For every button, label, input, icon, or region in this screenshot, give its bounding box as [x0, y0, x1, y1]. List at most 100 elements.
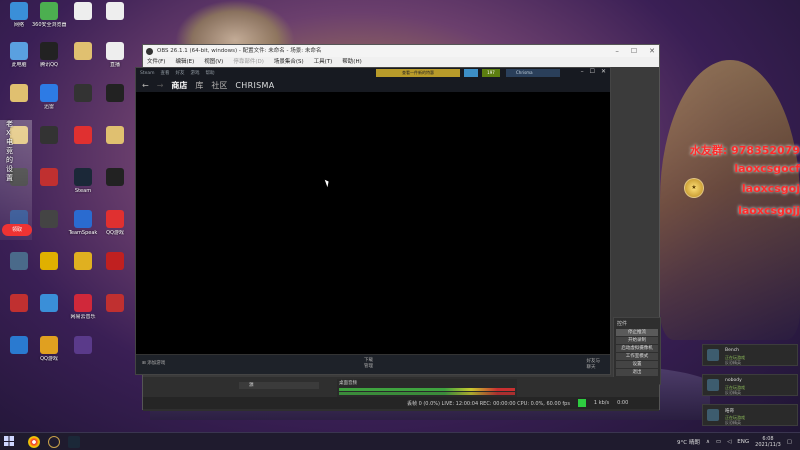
- status-time: 0:00: [617, 400, 629, 406]
- desktop-icon[interactable]: [32, 252, 66, 272]
- side-promo[interactable]: 老 X 电 竞 的 设 置: [0, 120, 32, 240]
- desktop-icon[interactable]: [66, 336, 100, 356]
- obs-titlebar[interactable]: OBS 26.1.1 (64-bit, windows) - 配置文件: 未命名…: [143, 45, 659, 57]
- settings-button[interactable]: 设置: [616, 361, 658, 368]
- desktop-icon[interactable]: [66, 42, 100, 62]
- desktop-icon[interactable]: 网易云音乐: [66, 294, 100, 320]
- notification-1[interactable]: Bench 正在玩游戏 反恐精英: [702, 344, 798, 366]
- desktop-icon[interactable]: QQ游戏: [32, 336, 66, 362]
- menu-scene-collection[interactable]: 场景集合(S): [274, 57, 304, 67]
- source-item[interactable]: 源: [239, 382, 319, 389]
- close-icon[interactable]: ✕: [649, 45, 655, 57]
- steam-maximize-icon[interactable]: ☐: [590, 68, 595, 75]
- tab-username[interactable]: CHRISMA: [235, 81, 274, 90]
- promo-button[interactable]: 领取: [2, 224, 32, 236]
- back-arrow-icon[interactable]: ←: [142, 81, 149, 90]
- steam-menu-friends[interactable]: 好友: [176, 70, 185, 76]
- menu-help[interactable]: 帮助(H): [342, 57, 361, 67]
- desktop-icon[interactable]: [2, 336, 36, 356]
- steam-user-menu[interactable]: Chrisma: [506, 69, 560, 77]
- maximize-icon[interactable]: ☐: [631, 45, 637, 57]
- downloads-button[interactable]: 下载 管理: [364, 358, 373, 370]
- add-game-button[interactable]: ⊞ 添加游戏: [142, 360, 165, 366]
- menu-edit[interactable]: 编辑(E): [175, 57, 194, 67]
- desktop-icon[interactable]: [98, 252, 132, 272]
- steam-menu-games[interactable]: 游戏: [191, 70, 200, 76]
- tray-chevron-icon[interactable]: ∧: [706, 439, 710, 445]
- desktop-icon[interactable]: [66, 84, 100, 104]
- desktop-icon[interactable]: [98, 2, 132, 22]
- desktop-icon[interactable]: 网络: [2, 2, 36, 28]
- steam-notification-badge[interactable]: 197: [482, 69, 500, 77]
- steam-close-icon[interactable]: ✕: [601, 68, 606, 75]
- weather[interactable]: 9°C 晴朗: [677, 438, 700, 446]
- chrome-icon[interactable]: [28, 436, 40, 448]
- network-icon[interactable]: ▭: [716, 439, 721, 445]
- desktop-icon[interactable]: [32, 294, 66, 314]
- start-virtual-camera-button[interactable]: 启动虚拟摄像机: [616, 345, 658, 352]
- obs-taskbar-icon[interactable]: [48, 436, 60, 448]
- minimize-icon[interactable]: –: [615, 45, 619, 57]
- preview-steam-window[interactable]: Steam 查看 好友 游戏 帮助 查看一件新的特惠 197 Chrisma –…: [135, 67, 611, 375]
- windows-start-icon[interactable]: [4, 436, 14, 446]
- steam-sale-button[interactable]: 查看一件新的特惠: [376, 69, 460, 77]
- desktop-icon[interactable]: 腾讯QQ: [32, 42, 66, 68]
- menu-file[interactable]: 文件(F): [147, 57, 165, 67]
- notifications-icon[interactable]: ▢: [787, 439, 792, 445]
- desktop-icon[interactable]: [98, 168, 132, 188]
- obs-title: OBS 26.1.1 (64-bit, windows) - 配置文件: 未命名…: [157, 48, 322, 54]
- desktop-icon[interactable]: [2, 294, 36, 314]
- desktop-icon[interactable]: QQ游戏: [98, 210, 132, 236]
- desktop-icon-label: 腾讯QQ: [40, 62, 58, 68]
- tab-community[interactable]: 社区: [211, 80, 227, 91]
- studio-mode-button[interactable]: 工作室模式: [616, 353, 658, 360]
- app-icon: [74, 126, 92, 144]
- desktop-icon[interactable]: 迅雷: [32, 84, 66, 110]
- menu-view[interactable]: 视图(V): [204, 57, 223, 67]
- desktop-icon[interactable]: Steam: [66, 168, 100, 194]
- app-icon: [106, 84, 124, 102]
- desktop-icon[interactable]: [66, 2, 100, 22]
- desktop-icon[interactable]: [32, 126, 66, 146]
- start-recording-button[interactable]: 开始录制: [616, 337, 658, 344]
- desktop-icon[interactable]: [66, 252, 100, 272]
- notif-name: 皓哥: [725, 409, 734, 414]
- desktop-icon[interactable]: [98, 84, 132, 104]
- desktop-icon[interactable]: [98, 126, 132, 146]
- volume-icon[interactable]: ◁: [727, 439, 731, 445]
- desktop-icon[interactable]: TeamSpeak: [66, 210, 100, 236]
- notification-2[interactable]: nobody 正在玩游戏 反恐精英: [702, 374, 798, 396]
- clock[interactable]: 6:08 2021/11/3: [755, 436, 781, 448]
- app-icon: [40, 294, 58, 312]
- obs-window[interactable]: OBS 26.1.1 (64-bit, windows) - 配置文件: 未命名…: [135, 44, 661, 411]
- exit-button[interactable]: 退出: [616, 369, 658, 376]
- steam-minimize-icon[interactable]: –: [581, 68, 584, 75]
- desktop-icon[interactable]: [98, 294, 132, 314]
- forward-arrow-icon[interactable]: →: [157, 81, 164, 90]
- notification-3[interactable]: 皓哥 正在玩游戏 反恐精英: [702, 404, 798, 426]
- steam-broadcast-icon[interactable]: [464, 69, 478, 77]
- steam-taskbar-icon[interactable]: [68, 436, 80, 448]
- tab-library[interactable]: 库: [195, 80, 203, 91]
- tab-store[interactable]: 商店: [171, 80, 187, 91]
- mouse-cursor-icon: [324, 178, 331, 188]
- steam-menu-steam[interactable]: Steam: [140, 71, 155, 76]
- friends-chat-button[interactable]: 好友与 聊天: [587, 359, 601, 371]
- steam-menu-view[interactable]: 查看: [161, 70, 170, 76]
- desktop-icon[interactable]: 此电脑: [2, 42, 36, 68]
- steam-menu-help[interactable]: 帮助: [206, 70, 215, 76]
- avatar: [707, 379, 719, 391]
- menu-docks[interactable]: 停靠部件(D): [233, 57, 264, 67]
- promo-line-5: 的: [6, 156, 13, 164]
- language-indicator[interactable]: ENG: [737, 439, 749, 445]
- desktop-icon-label: QQ游戏: [106, 230, 124, 236]
- menu-tools[interactable]: 工具(T): [314, 57, 333, 67]
- desktop-icon[interactable]: [32, 168, 66, 188]
- desktop-icon[interactable]: [2, 252, 36, 272]
- desktop-icon[interactable]: [66, 126, 100, 146]
- desktop-icon[interactable]: [2, 84, 36, 104]
- desktop-icon[interactable]: [32, 210, 66, 230]
- desktop-icon[interactable]: 直播: [98, 42, 132, 68]
- stop-streaming-button[interactable]: 停止推流: [616, 329, 658, 336]
- desktop-icon[interactable]: 360安全浏览器: [32, 2, 66, 28]
